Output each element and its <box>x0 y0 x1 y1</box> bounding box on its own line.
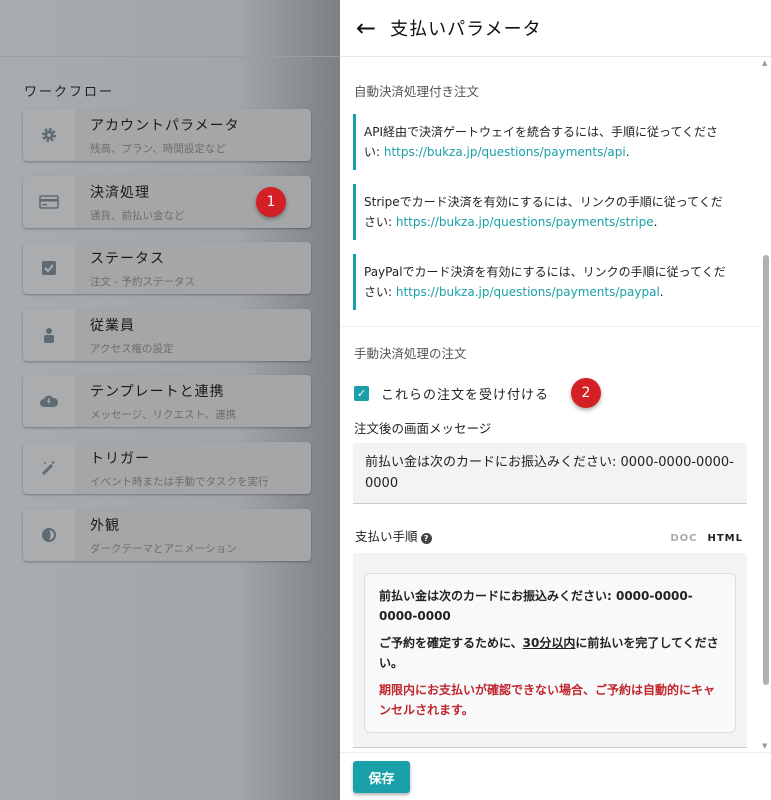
card-templates-integrations[interactable]: テンプレートと連携メッセージ、リクエスト、連携 <box>23 375 311 427</box>
doc-tab[interactable]: DOC <box>670 533 697 544</box>
message-textarea[interactable]: 前払い金は次のカードにお振込みください: 0000-0000-0000-0000 <box>353 443 747 504</box>
card-status[interactable]: ステータス注文 - 予約ステータス <box>23 242 311 294</box>
procedure-warning: 期限内にお支払いが確認できない場合、ご予約は自動的にキャンセルされます。 <box>379 683 716 717</box>
text: ご予約を確定するために、 <box>379 636 523 650</box>
step-badge-2: 2 <box>571 378 602 408</box>
note-end: . <box>659 285 664 299</box>
workflow-title: ワークフロー <box>24 85 115 100</box>
card-subtitle: アクセス権の設定 <box>90 343 174 355</box>
user-icon <box>23 309 75 361</box>
card-title: ステータス <box>90 251 165 267</box>
payment-parameters-panel: ← 支払いパラメータ 自動決済処理付き注文 API経由で決済ゲートウェイを統合す… <box>340 0 771 800</box>
panel-content: 自動決済処理付き注文 API経由で決済ゲートウェイを統合するには、手順に従ってく… <box>340 57 761 752</box>
panel-header: ← 支払いパラメータ <box>340 0 771 57</box>
scroll-up-icon[interactable]: ▲ <box>762 59 767 67</box>
time-limit: 30分以内 <box>522 636 576 650</box>
procedure-paragraph-1: 前払い金は次のカードにお振込みください: 0000-0000-0000-0000 <box>379 589 693 623</box>
help-icon[interactable]: ? <box>420 533 432 544</box>
procedure-editor[interactable]: 前払い金は次のカードにお振込みください: 0000-0000-0000-0000… <box>353 553 747 748</box>
card-subtitle: ダークテーマとアニメーション <box>90 543 237 555</box>
note-end: . <box>653 215 658 229</box>
card-employees[interactable]: 従業員アクセス権の設定 <box>23 309 311 361</box>
scrollbar[interactable]: ▲ ▼ <box>761 57 771 752</box>
credit-card-icon <box>23 176 75 228</box>
panel-footer: 保存 <box>340 752 771 800</box>
accept-orders-label: これらの注文を受け付ける <box>381 387 550 403</box>
card-title: 決済処理 <box>90 185 150 201</box>
gear-icon <box>23 109 75 161</box>
api-link[interactable]: https://bukza.jp/questions/payments/api <box>384 145 626 159</box>
save-button[interactable]: 保存 <box>353 761 410 793</box>
card-triggers[interactable]: トリガーイベント時または手動でタスクを実行 <box>23 442 311 494</box>
contrast-icon <box>23 509 75 561</box>
card-title: テンプレートと連携 <box>90 384 225 400</box>
procedure-header: 支払い手順? DOC HTML <box>355 526 743 545</box>
step-badge-1: 1 <box>256 187 286 217</box>
cloud-bolt-icon <box>23 375 75 427</box>
note-end: . <box>625 145 630 159</box>
procedure-preview: 前払い金は次のカードにお振込みください: 0000-0000-0000-0000… <box>364 573 736 733</box>
checkmark-icon[interactable]: ✓ <box>354 385 369 401</box>
card-appearance[interactable]: 外観ダークテーマとアニメーション <box>23 509 311 561</box>
accept-orders-checkbox[interactable]: ✓ これらの注文を受け付ける 2 <box>354 378 761 408</box>
scrollbar-thumb[interactable] <box>763 255 769 685</box>
paypal-note: PayPalでカード決済を有効にするには、リンクの手順に従ってください: htt… <box>353 254 748 310</box>
paypal-link[interactable]: https://bukza.jp/questions/payments/payp… <box>396 285 660 299</box>
stripe-link[interactable]: https://bukza.jp/questions/payments/stri… <box>396 215 654 229</box>
stripe-note: Stripeでカード決済を有効にするには、リンクの手順に従ってください: htt… <box>353 184 748 240</box>
scroll-down-icon[interactable]: ▼ <box>762 742 767 750</box>
manual-section-title: 手動決済処理の注文 <box>354 346 467 361</box>
api-note: API経由で決済ゲートウェイを統合するには、手順に従ってください: https:… <box>353 114 748 170</box>
procedure-paragraph-2: ご予約を確定するために、30分以内に前払いを完了してください。 <box>379 633 721 673</box>
divider <box>340 326 761 327</box>
magic-wand-icon <box>23 442 75 494</box>
card-subtitle: 残高、プラン、時間設定など <box>90 143 226 155</box>
back-arrow-icon[interactable]: ← <box>356 14 376 42</box>
card-title: 従業員 <box>90 318 135 334</box>
html-tab[interactable]: HTML <box>707 533 743 544</box>
message-label: 注文後の画面メッセージ <box>354 421 492 436</box>
card-title: トリガー <box>90 451 150 467</box>
procedure-label: 支払い手順 <box>355 529 418 544</box>
panel-title: 支払いパラメータ <box>390 19 542 40</box>
card-subtitle: メッセージ、リクエスト、連携 <box>90 409 237 421</box>
auto-section-title: 自動決済処理付き注文 <box>354 84 480 99</box>
card-title: 外観 <box>90 518 120 534</box>
checkbox-icon <box>23 242 75 294</box>
card-subtitle: 注文 - 予約ステータス <box>90 276 195 288</box>
card-subtitle: イベント時または手動でタスクを実行 <box>90 476 269 488</box>
top-bar <box>0 0 340 57</box>
card-account-parameters[interactable]: アカウントパラメータ残高、プラン、時間設定など <box>23 109 311 161</box>
card-subtitle: 通貨、前払い金など <box>90 210 185 222</box>
card-title: アカウントパラメータ <box>90 118 240 134</box>
